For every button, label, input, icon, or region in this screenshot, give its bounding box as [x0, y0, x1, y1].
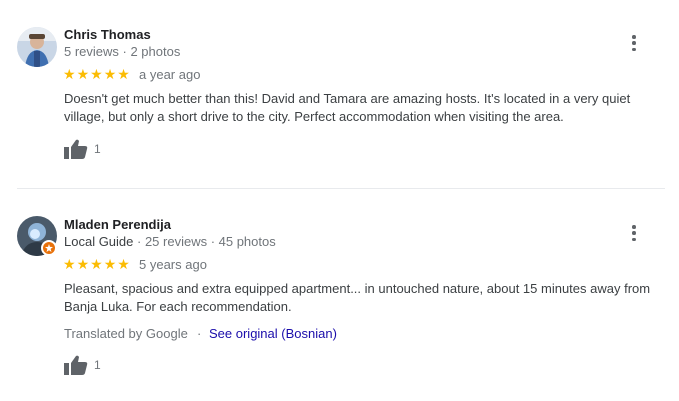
translated-by-label: Translated by Google — [64, 326, 188, 341]
star-icon: ★ — [117, 256, 130, 272]
like-count: 1 — [94, 142, 101, 156]
star-icon: ★ — [103, 66, 117, 82]
reviewer-stats[interactable]: 5 reviews · 2 photos — [64, 44, 180, 59]
star-rating: ★ ★ ★ ★ ★ — [63, 257, 130, 271]
separator-dot: · — [197, 326, 202, 341]
reviewer-avatar[interactable] — [17, 27, 57, 67]
reviewer-stats[interactable]: Local Guide · 25 reviews · 45 photos — [64, 234, 276, 249]
star-icon: ★ — [63, 256, 76, 272]
review-date: a year ago — [139, 67, 201, 82]
reviewer-name[interactable]: Mladen Perendija — [64, 217, 171, 232]
star-icon: ★ — [103, 256, 117, 272]
star-icon: ★ — [90, 66, 103, 82]
review-card: Chris Thomas 5 reviews · 2 photos ★ ★ ★ … — [0, 0, 679, 188]
more-options-icon[interactable] — [626, 33, 642, 53]
star-icon: ★ — [117, 66, 130, 82]
reviewer-counts: · 25 reviews · 45 photos — [133, 234, 276, 249]
review-text: Doesn't get much better than this! David… — [64, 91, 631, 124]
review-card: Mladen Perendija Local Guide · 25 review… — [0, 189, 679, 401]
star-rating: ★ ★ ★ ★ ★ — [63, 67, 130, 81]
review-text: Pleasant, spacious and extra equipped ap… — [64, 281, 651, 314]
star-icon: ★ — [76, 66, 90, 82]
reviewer-name[interactable]: Chris Thomas — [64, 27, 151, 42]
like-count: 1 — [94, 358, 101, 372]
like-button[interactable]: 1 — [64, 139, 101, 159]
local-guide-label: Local Guide — [64, 234, 134, 249]
review-date: 5 years ago — [139, 257, 207, 272]
more-options-icon[interactable] — [626, 223, 642, 243]
thumbs-up-icon — [64, 355, 88, 375]
local-guide-star-icon — [41, 240, 57, 256]
like-button[interactable]: 1 — [64, 355, 101, 375]
star-icon: ★ — [76, 256, 90, 272]
star-icon: ★ — [63, 66, 76, 82]
thumbs-up-icon — [64, 139, 88, 159]
star-icon: ★ — [90, 256, 103, 272]
see-original-link[interactable]: See original (Bosnian) — [209, 326, 337, 341]
